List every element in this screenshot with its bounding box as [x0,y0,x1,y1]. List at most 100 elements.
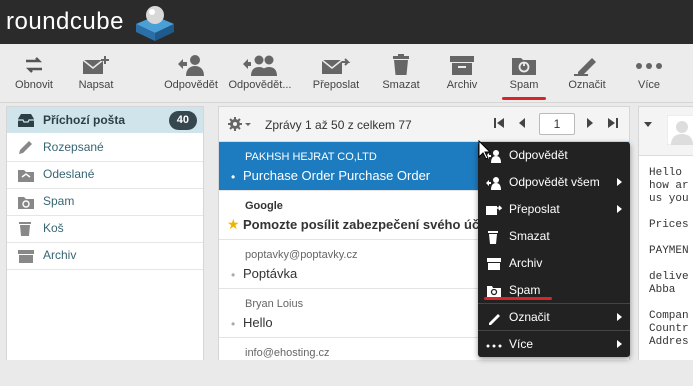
menu-item-reply-all[interactable]: Odpovědět všem [478,169,630,196]
message-subject: Poptávka [243,266,298,281]
trash-icon [393,54,409,75]
roundcube-logo-icon [136,6,174,41]
menu-item-label: Přeposlat [509,202,560,216]
read-status-dot: • [231,170,236,184]
message-sender: Google [245,200,283,212]
menu-item-archive[interactable]: Archiv [478,250,630,277]
mouse-cursor-icon [478,140,492,160]
folder-trash-label: Koš [43,221,64,235]
menu-item-label: Smazat [509,229,550,243]
message-sender: Bryan Loius [245,298,304,310]
folder-sent-label: Odeslané [43,167,95,181]
submenu-arrow-icon [617,205,622,213]
folder-spam-label: Spam [43,194,75,208]
more-icon [636,63,662,69]
inbox-icon [18,114,34,127]
compose-button[interactable]: Napsat [70,54,122,100]
menu-item-mark[interactable]: Označit [478,303,630,331]
previous-page-icon[interactable] [517,116,527,130]
gear-icon[interactable] [227,116,253,132]
pencil-icon [19,141,32,154]
forward-icon [321,58,351,74]
reply-all-button[interactable]: Odpovědět... [228,54,292,100]
preview-body-text: Hello how ar us you Prices PAYMEN delive… [649,167,689,348]
message-sender: poptavky@poptavky.cz [245,249,358,261]
reply-label: Odpovědět [164,79,218,91]
folder-list: Příchozí pošta 40 Rozepsané Odeslané Spa… [6,106,204,360]
folder-drafts[interactable]: Rozepsané [7,134,203,162]
page-number-input[interactable]: 1 [539,113,575,135]
folder-spam[interactable]: Spam [7,188,203,216]
first-page-icon[interactable] [493,116,505,130]
spam-button[interactable]: Spam [498,54,550,100]
menu-item-forward[interactable]: Přeposlat [478,196,630,223]
toolbar: Obnovit Napsat Odpovědět Odpovědět... Př… [0,44,693,103]
read-status-dot: • [231,268,236,282]
spam-icon [18,197,34,209]
header-bar: roundcube [0,0,693,44]
message-subject: Hello [243,315,273,330]
flag-star-icon[interactable]: ★ [227,216,240,233]
reply-all-icon [243,55,277,76]
forward-button[interactable]: Přeposlat [306,54,366,100]
reply-button[interactable]: Odpovědět [158,54,224,100]
folder-trash[interactable]: Koš [7,215,203,243]
refresh-label: Obnovit [15,79,53,91]
last-page-icon[interactable] [607,116,619,130]
unread-count-badge: 40 [168,111,197,130]
menu-item-label: Odpovědět [509,148,568,162]
compose-icon [82,56,109,74]
folder-archive-label: Archiv [43,248,77,262]
context-menu: Odpovědět Odpovědět všem Přeposlat Smaza… [478,142,630,357]
reply-all-icon [486,177,501,190]
compose-label: Napsat [78,79,114,91]
menu-item-label: Více [509,337,534,351]
message-subject: Pomozte posílit zabezpečení svého úč [243,217,480,232]
avatar [667,115,693,145]
more-icon [486,344,502,348]
pencil-icon [489,314,500,325]
menu-item-reply[interactable]: Odpovědět [478,142,630,169]
mark-button[interactable]: Označit [560,54,614,100]
submenu-arrow-icon [617,313,622,321]
archive-button[interactable]: Archiv [436,54,488,100]
message-sender: info@ehosting.cz [245,347,330,359]
forward-icon [486,205,502,215]
message-count-info: Zprávy 1 až 50 z celkem 77 [265,118,412,132]
submenu-arrow-icon [617,178,622,186]
read-status-dot: • [231,317,236,331]
next-page-icon[interactable] [585,116,595,130]
reply-all-label: Odpovědět... [228,79,292,91]
spam-icon [487,286,501,297]
delete-button[interactable]: Smazat [374,54,428,100]
folder-inbox[interactable]: Příchozí pošta 40 [7,107,203,133]
refresh-button[interactable]: Obnovit [8,54,60,100]
preview-header [639,107,693,156]
collapse-arrow-icon[interactable] [643,121,653,129]
submenu-arrow-icon [617,340,622,348]
message-subject: Purchase Order Purchase Order [243,168,431,183]
mark-label: Označit [568,79,606,91]
folder-inbox-label: Příchozí pošta [43,113,126,127]
message-list-header: Zprávy 1 až 50 z celkem 77 1 [219,107,629,142]
archive-icon [487,258,501,270]
archive-label: Archiv [446,79,478,91]
spam-menu-highlight-underline [484,297,552,300]
app-logo-text: roundcube [6,8,124,35]
menu-item-delete[interactable]: Smazat [478,223,630,250]
folder-drafts-label: Rozepsané [43,140,104,154]
folder-archive[interactable]: Archiv [7,242,203,270]
spam-highlight-underline [502,97,546,100]
trash-icon [19,222,31,236]
folder-sent[interactable]: Odeslané [7,161,203,189]
pencil-icon [574,58,596,76]
menu-item-label: Odpovědět všem [509,175,600,189]
archive-icon [450,56,474,75]
menu-item-label: Označit [509,310,550,324]
menu-item-more[interactable]: Více [478,330,630,358]
archive-icon [18,250,34,263]
more-label: Více [637,79,660,91]
trash-icon [488,231,498,244]
menu-item-label: Archiv [509,256,543,270]
more-button[interactable]: Více [626,54,672,100]
